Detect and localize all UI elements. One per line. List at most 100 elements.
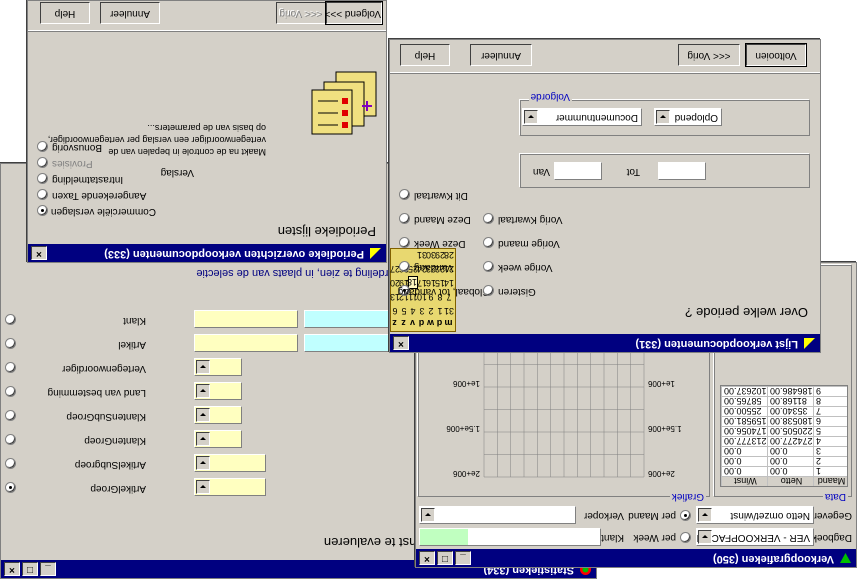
cancel-button[interactable]: Annuleer xyxy=(100,2,160,24)
calendar-weekday: d xyxy=(436,318,443,328)
periodieke-titlebar[interactable]: Periodieke overzichten verkoopdocumenten… xyxy=(28,244,386,262)
period-radio[interactable] xyxy=(399,213,410,224)
calendar-day[interactable]: 31 xyxy=(444,304,454,317)
volgorde-dir-select[interactable]: Oplopend xyxy=(654,108,722,126)
maximize-button[interactable]: □ xyxy=(22,562,38,576)
period-radio[interactable] xyxy=(399,237,410,248)
chevron-down-icon[interactable] xyxy=(196,360,210,374)
chevron-down-icon[interactable] xyxy=(421,508,435,522)
criterium-select[interactable] xyxy=(194,478,266,496)
close-button[interactable]: × xyxy=(419,551,435,565)
verkoper-select[interactable] xyxy=(419,506,576,524)
volgorde-field-select[interactable]: Documentnummer xyxy=(522,108,642,126)
van-input[interactable] xyxy=(554,162,602,180)
next-button[interactable]: Volgend >>> xyxy=(325,1,383,25)
period-radio[interactable] xyxy=(483,213,494,224)
criterium-select[interactable] xyxy=(194,358,242,376)
verkoopgrafieken-titlebar[interactable]: Verkoopgrafieken (350) _ □ × xyxy=(416,549,856,567)
table-row[interactable]: 9 186486.00 102637.00 xyxy=(721,386,847,396)
close-button[interactable]: × xyxy=(393,336,409,350)
criterium-radio[interactable] xyxy=(5,314,16,325)
criterium-radio[interactable] xyxy=(5,410,16,421)
chevron-down-icon[interactable] xyxy=(524,110,538,124)
criterium-radio[interactable] xyxy=(5,434,16,445)
grafiek-group-label: Grafiek xyxy=(669,491,706,502)
period-radio[interactable] xyxy=(399,189,410,200)
y-tick-left: 1e+006 xyxy=(647,379,674,388)
cancel-button[interactable]: Annuleer xyxy=(470,44,532,66)
criterium-label: KlantenGroep xyxy=(84,435,146,446)
data-table[interactable]: Maand Netto Winst 1 0.00 0.00 2 0.00 0.00 3 0.00 0.… xyxy=(720,385,848,487)
per-maand-radio[interactable] xyxy=(680,510,691,521)
criterium-select[interactable] xyxy=(194,430,242,448)
calendar-day[interactable]: 1 xyxy=(435,304,445,317)
table-row[interactable]: 5 220505.00 174056.00 xyxy=(721,426,847,436)
calendar-day[interactable]: 30 xyxy=(426,248,436,261)
criterium-radio[interactable] xyxy=(5,482,16,493)
calendar-day[interactable]: 6 xyxy=(390,304,400,317)
criterium-radio[interactable] xyxy=(5,338,16,349)
calendar-weekday: m xyxy=(444,318,453,328)
calendar-day[interactable]: 28 xyxy=(444,248,454,261)
criterium-input[interactable] xyxy=(194,334,298,352)
table-row[interactable]: 4 274277.00 213777.00 xyxy=(721,436,847,446)
table-row[interactable]: 8 81168.00 58765.00 xyxy=(721,396,847,406)
minimize-button[interactable]: _ xyxy=(40,562,56,576)
chevron-down-icon[interactable] xyxy=(698,530,712,544)
period-radio[interactable] xyxy=(483,285,494,296)
table-row[interactable]: 3 0.00 0.00 xyxy=(721,446,847,456)
criterium-radio[interactable] xyxy=(5,362,16,373)
back-button[interactable]: <<< Vorig xyxy=(276,2,326,24)
table-cell: 180538.00 xyxy=(767,416,813,426)
period-radio[interactable] xyxy=(399,261,410,272)
period-label: Vorig Kwartaal xyxy=(498,214,563,225)
calendar-day[interactable]: 3 xyxy=(417,304,427,317)
finish-button[interactable]: Voltooien xyxy=(745,43,807,67)
per-maand-label: per Maand xyxy=(628,510,676,521)
help-button[interactable]: Help xyxy=(40,2,90,24)
chevron-down-icon[interactable] xyxy=(196,456,210,470)
period-radio[interactable] xyxy=(483,261,494,272)
tot-input[interactable] xyxy=(658,162,706,180)
chevron-down-icon[interactable] xyxy=(698,508,712,522)
criterium-select[interactable] xyxy=(194,454,266,472)
chevron-down-icon[interactable] xyxy=(196,432,210,446)
periodieke-radio[interactable] xyxy=(37,189,48,200)
calendar-day[interactable]: 2 xyxy=(426,304,436,317)
criterium-radio[interactable] xyxy=(5,386,16,397)
gegevens-select[interactable]: Netto omzet/winst xyxy=(696,506,814,524)
help-button[interactable]: Help xyxy=(400,44,450,66)
calendar-day[interactable]: 31 xyxy=(417,248,427,261)
criterium-input[interactable] xyxy=(194,310,298,328)
calendar-day[interactable]: 29 xyxy=(435,248,445,261)
table-row[interactable]: 2 0.00 0.00 xyxy=(721,456,847,466)
criterium-select[interactable] xyxy=(194,406,242,424)
back-button[interactable]: <<< Vorig xyxy=(678,44,740,66)
chevron-down-icon[interactable] xyxy=(656,110,670,124)
table-row[interactable]: 7 35340.00 25500.00 xyxy=(721,406,847,416)
criterium-label: Artikel xyxy=(118,339,146,350)
chevron-down-icon[interactable] xyxy=(196,384,210,398)
calendar-day[interactable]: 5 xyxy=(399,304,409,317)
periodieke-radio[interactable] xyxy=(37,205,48,216)
calendar-day[interactable]: 4 xyxy=(408,304,418,317)
close-button[interactable]: × xyxy=(31,246,47,260)
period-radio[interactable] xyxy=(483,237,494,248)
chevron-down-icon[interactable] xyxy=(196,480,210,494)
table-row[interactable]: 1 0.00 0.00 xyxy=(721,466,847,476)
close-button[interactable]: × xyxy=(4,562,20,576)
per-week-radio[interactable] xyxy=(680,532,691,543)
table-cell: 7 xyxy=(813,406,847,416)
table-cell: 0.00 xyxy=(721,466,767,476)
criterium-select[interactable] xyxy=(194,382,242,400)
lijst-titlebar[interactable]: Lijst verkoopdocumenten (331) × xyxy=(390,334,820,352)
minimize-button[interactable]: _ xyxy=(455,551,471,565)
period-label: Globaal, tot vandaag xyxy=(397,286,490,297)
table-row[interactable]: 6 180538.00 159581.00 xyxy=(721,416,847,426)
dagboek-select[interactable]: VER - VERKOOPFACTUREN xyxy=(696,528,814,546)
verkoopgrafieken-title: Verkoopgrafieken (350) xyxy=(712,553,834,565)
criterium-radio[interactable] xyxy=(5,458,16,469)
chevron-down-icon[interactable] xyxy=(196,408,210,422)
periodieke-radio[interactable] xyxy=(37,173,48,184)
maximize-button[interactable]: □ xyxy=(437,551,453,565)
